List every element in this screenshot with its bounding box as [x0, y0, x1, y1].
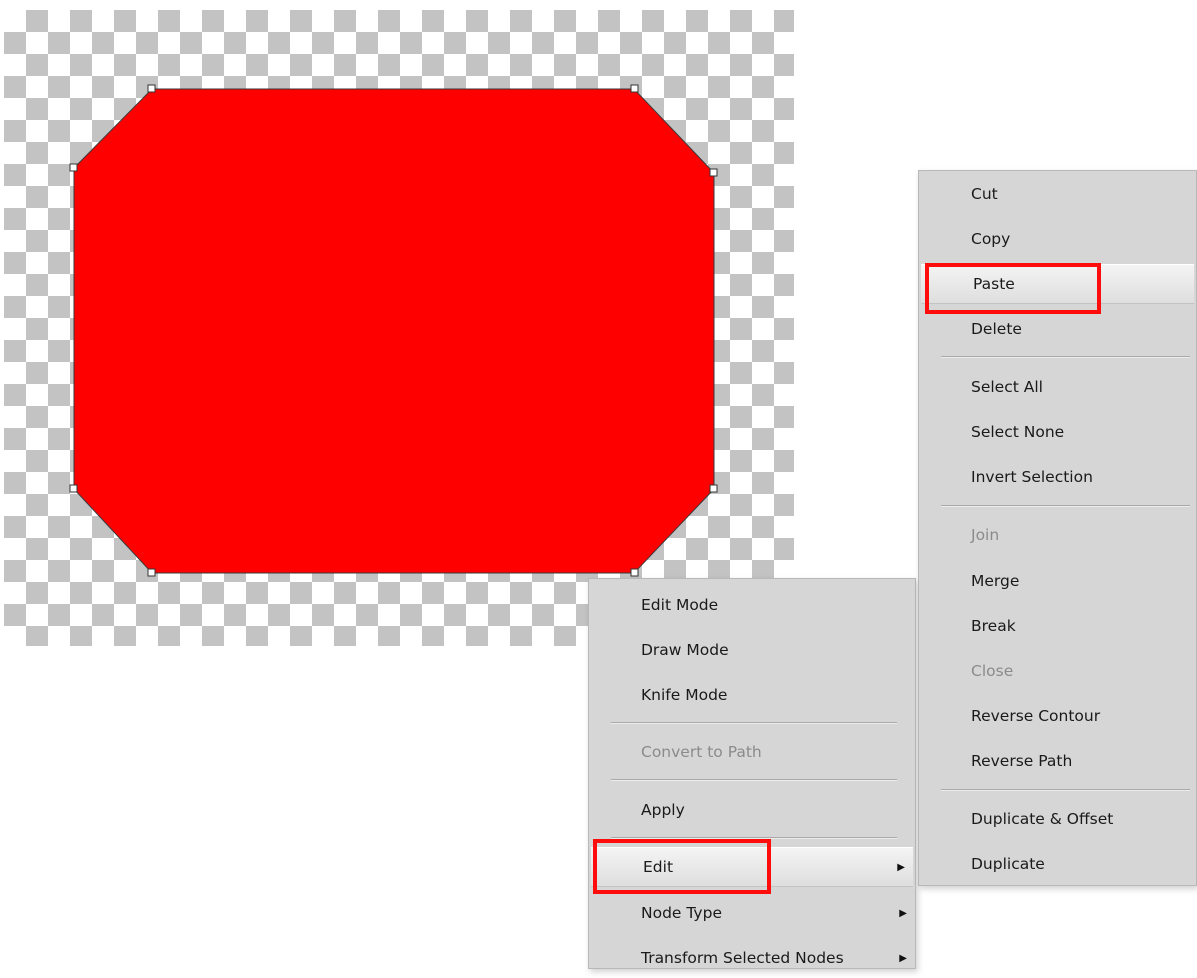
menu-item-knife-mode[interactable]: Knife Mode [589, 675, 915, 715]
menu-item-merge[interactable]: Merge [919, 561, 1196, 601]
menu-separator [941, 505, 1190, 507]
node-handle[interactable] [69, 484, 78, 493]
menu-item-duplicate[interactable]: Duplicate [919, 844, 1196, 884]
menu-item-reverse-contour[interactable]: Reverse Contour [919, 696, 1196, 736]
edit-submenu: Cut Copy Paste Delete Select All Select … [918, 170, 1197, 886]
menu-item-label: Reverse Contour [971, 707, 1101, 725]
chevron-right-icon: ▶ [899, 952, 907, 964]
menu-item-select-none[interactable]: Select None [919, 412, 1196, 452]
menu-item-label: Duplicate & Offset [971, 810, 1114, 828]
menu-item-edit-mode[interactable]: Edit Mode [589, 585, 915, 625]
menu-item-break[interactable]: Break [919, 606, 1196, 646]
menu-item-copy[interactable]: Copy [919, 219, 1196, 259]
menu-item-label: Join [971, 526, 1000, 544]
menu-item-edit[interactable]: Edit ▶ [591, 847, 913, 887]
node-handle[interactable] [69, 163, 78, 172]
menu-item-label: Convert to Path [641, 743, 762, 761]
menu-item-draw-mode[interactable]: Draw Mode [589, 630, 915, 670]
menu-item-label: Node Type [641, 904, 722, 922]
canvas[interactable] [4, 10, 794, 646]
menu-item-select-all[interactable]: Select All [919, 367, 1196, 407]
menu-item-label: Cut [971, 185, 998, 203]
menu-item-label: Edit [643, 858, 674, 876]
menu-item-delete[interactable]: Delete [919, 309, 1196, 349]
menu-separator [941, 356, 1190, 358]
menu-item-invert-selection[interactable]: Invert Selection [919, 457, 1196, 497]
menu-item-paste[interactable]: Paste [921, 264, 1194, 304]
menu-item-join[interactable]: Join [919, 515, 1196, 555]
menu-item-label: Paste [973, 275, 1015, 293]
menu-item-label: Transform Selected Nodes [641, 949, 844, 967]
menu-item-duplicate-offset[interactable]: Duplicate & Offset [919, 799, 1196, 839]
chevron-right-icon: ▶ [897, 861, 905, 873]
menu-item-label: Edit Mode [641, 596, 719, 614]
menu-item-label: Reverse Path [971, 752, 1073, 770]
menu-item-label: Apply [641, 801, 685, 819]
menu-separator [611, 779, 897, 781]
chevron-right-icon: ▶ [899, 907, 907, 919]
menu-separator [941, 789, 1190, 791]
menu-item-convert-to-path[interactable]: Convert to Path [589, 732, 915, 772]
menu-item-label: Select None [971, 423, 1065, 441]
node-handle[interactable] [709, 168, 718, 177]
node-handle[interactable] [630, 84, 639, 93]
menu-item-node-type[interactable]: Node Type ▶ [589, 893, 915, 933]
menu-item-label: Close [971, 662, 1014, 680]
menu-item-transform-selected-nodes[interactable]: Transform Selected Nodes ▶ [589, 938, 915, 978]
menu-item-label: Draw Mode [641, 641, 729, 659]
menu-item-close[interactable]: Close [919, 651, 1196, 691]
menu-item-cut[interactable]: Cut [919, 174, 1196, 214]
node-handle[interactable] [630, 568, 639, 577]
node-handle[interactable] [147, 568, 156, 577]
context-menu: Edit Mode Draw Mode Knife Mode Convert t… [588, 578, 916, 969]
menu-item-label: Merge [971, 572, 1020, 590]
menu-separator [611, 837, 897, 839]
menu-item-label: Break [971, 617, 1016, 635]
menu-item-reverse-path[interactable]: Reverse Path [919, 741, 1196, 781]
menu-item-label: Knife Mode [641, 686, 728, 704]
menu-item-label: Delete [971, 320, 1022, 338]
menu-item-label: Invert Selection [971, 468, 1093, 486]
menu-item-label: Select All [971, 378, 1043, 396]
menu-item-label: Copy [971, 230, 1011, 248]
node-handle[interactable] [709, 484, 718, 493]
menu-separator [611, 722, 897, 724]
menu-item-label: Duplicate [971, 855, 1045, 873]
node-handle[interactable] [147, 84, 156, 93]
menu-item-apply[interactable]: Apply [589, 790, 915, 830]
